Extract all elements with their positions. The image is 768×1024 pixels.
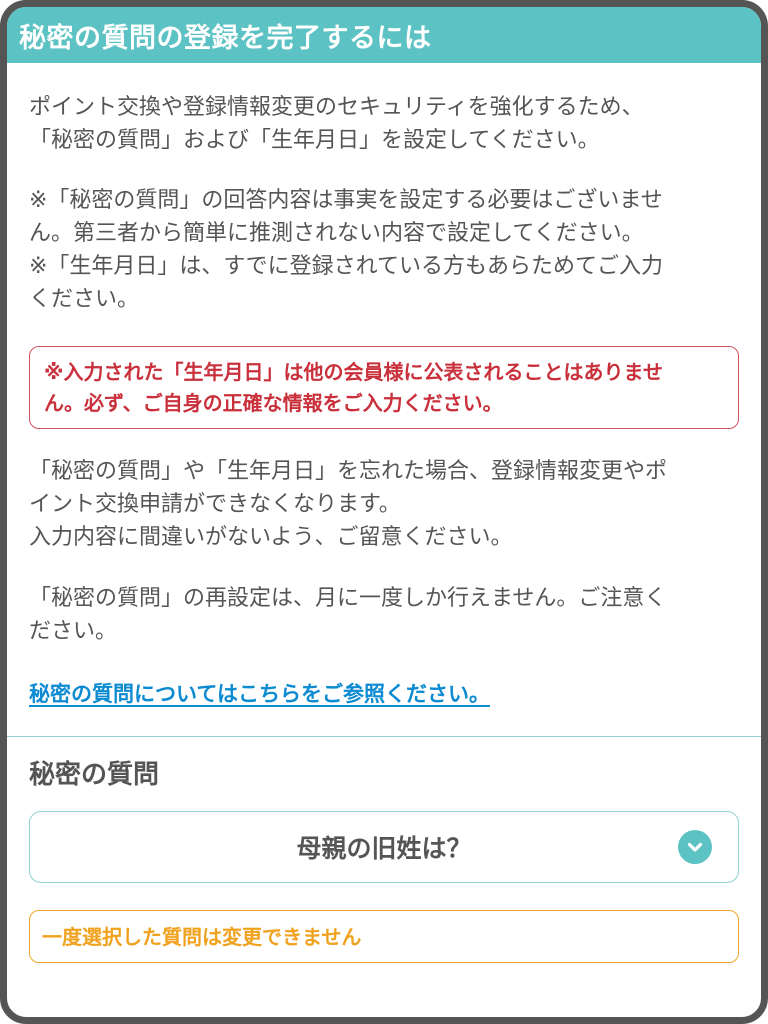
secret-question-selected-value: 母親の旧姓は？ [296,834,472,863]
forgot-line: 入力内容に間違いがないよう、ご留意ください。 [29,525,513,550]
intro-line: ポイント交換や登録情報変更のセキュリティを強化するため、 [29,95,644,120]
warning-line: ん。必ず、ご自身の正確な情報をご入力ください。 [44,391,503,415]
secret-question-heading: 秘密の質問 [29,760,160,790]
question-unchangeable-notice: 一度選択した質問は変更できません [29,910,739,963]
notes-line: ください。 [29,287,140,312]
forgot-text: 「秘密の質問」や「生年月日」を忘れた場合、登録情報変更やポ イント交換申請ができ… [29,455,739,554]
reset-note-text: 「秘密の質問」の再設定は、月に一度しか行えません。ご注意く ださい。 [29,582,739,648]
page-title: 秘密の質問の登録を完了するには [19,22,432,54]
reset-note-line: ださい。 [29,619,118,644]
secret-question-help-link[interactable]: 秘密の質問についてはこちらをご参照ください。 [29,678,490,708]
section-divider [7,736,761,737]
secret-question-section: 秘密の質問 母親の旧姓は？ 一度選択した質問は変更できません [7,757,761,963]
notes-text: ※「秘密の質問」の回答内容は事実を設定する必要はございませ ん。第三者から簡単に… [29,184,739,316]
intro-text: ポイント交換や登録情報変更のセキュリティを強化するため、 「秘密の質問」および「… [29,91,739,157]
secret-question-select[interactable]: 母親の旧姓は？ [29,811,739,883]
chevron-down-icon [678,830,712,864]
content-area: ポイント交換や登録情報変更のセキュリティを強化するため、 「秘密の質問」および「… [7,91,761,708]
forgot-line: 「秘密の質問」や「生年月日」を忘れた場合、登録情報変更やポ [29,459,668,484]
warning-line: ※入力された「生年月日」は他の会員様に公表されることはありませ [44,360,663,384]
intro-line: 「秘密の質問」および「生年月日」を設定してください。 [29,128,600,153]
page-header: 秘密の質問の登録を完了するには [7,7,761,63]
forgot-line: イント交換申請ができなくなります。 [29,492,401,517]
birthdate-warning-box: ※入力された「生年月日」は他の会員様に公表されることはありませ ん。必ず、ご自身… [29,346,739,429]
notes-line: ん。第三者から簡単に推測されない内容で設定してください。 [29,221,644,246]
notes-line: ※「秘密の質問」の回答内容は事実を設定する必要はございませ [29,188,663,213]
reset-note-line: 「秘密の質問」の再設定は、月に一度しか行えません。ご注意く [29,586,667,611]
notes-line: ※「生年月日」は、すでに登録されている方もあらためてご入力 [29,254,663,279]
page-frame: 秘密の質問の登録を完了するには ポイント交換や登録情報変更のセキュリティを強化す… [0,0,768,1024]
